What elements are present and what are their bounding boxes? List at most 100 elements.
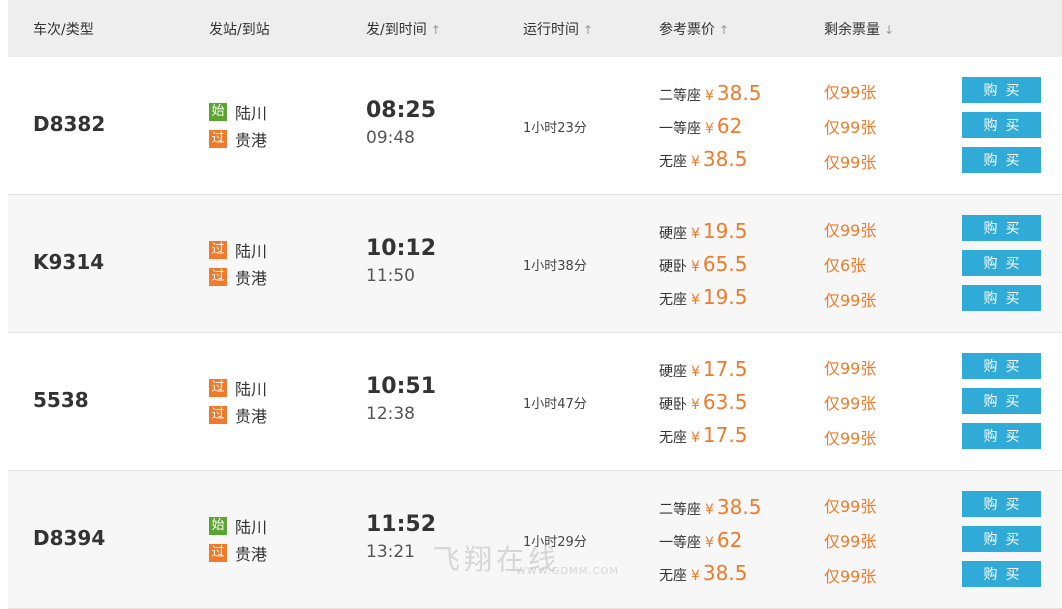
- watermark-url: WWW.GDMM.COM: [516, 566, 620, 577]
- seat-price: 无座 ¥19.5: [659, 285, 747, 309]
- tickets-remaining: 仅99张: [824, 291, 877, 310]
- station-type-badge: 过: [209, 268, 227, 286]
- table-row: D8382 始陆川过贵港 08:25 09:48 1小时23分 二等座 ¥38.5 仅99张购…: [8, 57, 1062, 195]
- tickets-remaining: 仅99张: [824, 83, 877, 102]
- seat-class: 硬卧: [659, 397, 687, 413]
- table-row: 5538 过陆川过贵港 10:51 12:38 1小时47分 硬座 ¥17.5 仅99张 购买硬…: [8, 333, 1062, 471]
- tickets-remaining: 仅99张: [824, 497, 877, 516]
- buy-button[interactable]: 购买: [962, 388, 1041, 414]
- train-number[interactable]: 5538: [33, 388, 89, 412]
- buy-button[interactable]: 购买: [962, 147, 1041, 173]
- train-number[interactable]: D8394: [33, 526, 105, 550]
- departure-station-name: 陆川: [235, 104, 268, 123]
- train-number[interactable]: D8382: [33, 112, 105, 136]
- tickets-remaining: 仅99张: [824, 394, 877, 413]
- seat-class: 硬卧: [659, 259, 687, 275]
- seat-price: 硬座 ¥17.5: [659, 357, 747, 381]
- price-value: 19.5: [702, 219, 748, 243]
- seat-price: 二等座 ¥38.5: [659, 495, 761, 519]
- arrival-station: 过贵港: [209, 541, 267, 565]
- buy-button[interactable]: 购买: [962, 77, 1041, 103]
- departure-station-name: 陆川: [235, 380, 268, 399]
- watermark: 飞翔在线 WWW.GDMM.COM: [432, 538, 632, 577]
- buy-button[interactable]: 购买: [962, 215, 1041, 241]
- arrival-station: 过贵港: [209, 127, 267, 151]
- departure-station: 过陆川: [209, 238, 267, 262]
- price-value: 19.5: [702, 285, 748, 309]
- header-train[interactable]: 车次/类型: [33, 19, 94, 39]
- buy-button[interactable]: 购买: [962, 561, 1041, 587]
- header-duration-sort[interactable]: 运行时间 ↑: [523, 19, 593, 39]
- travel-duration: 1小时47分: [523, 397, 587, 412]
- currency-symbol: ¥: [691, 430, 700, 446]
- currency-symbol: ¥: [691, 568, 700, 584]
- seat-class: 一等座: [659, 535, 701, 551]
- currency-symbol: ¥: [691, 154, 700, 170]
- tickets-remaining: 仅6张: [824, 256, 867, 275]
- header-time-sort[interactable]: 发/到时间 ↑: [366, 19, 441, 39]
- header-price-sort[interactable]: 参考票价 ↑: [659, 19, 729, 39]
- seat-price: 一等座 ¥62: [659, 528, 742, 552]
- seat-price: 二等座 ¥38.5: [659, 81, 761, 105]
- seat-class: 一等座: [659, 121, 701, 137]
- arrival-time: 13:21: [366, 542, 415, 562]
- header-station: 发站/到站: [209, 22, 270, 38]
- arrival-time: 09:48: [366, 128, 415, 148]
- tickets-remaining: 仅99张: [824, 118, 877, 137]
- departure-station-name: 陆川: [235, 518, 268, 537]
- station-type-badge: 始: [209, 517, 227, 535]
- currency-symbol: ¥: [705, 535, 714, 551]
- station-type-badge: 过: [209, 130, 227, 148]
- price-value: 62: [716, 114, 743, 138]
- buy-button[interactable]: 购买: [962, 112, 1041, 138]
- seat-price: 硬卧 ¥65.5: [659, 252, 747, 276]
- seat-class: 无座: [659, 568, 687, 584]
- arrival-station: 过贵港: [209, 403, 267, 427]
- seat-class: 硬座: [659, 226, 687, 242]
- currency-symbol: ¥: [691, 259, 700, 275]
- tickets-remaining: 仅99张: [824, 429, 877, 448]
- buy-button[interactable]: 购买: [962, 526, 1041, 552]
- seat-price: 一等座 ¥62: [659, 114, 742, 138]
- header-remain-sort[interactable]: 剩余票量 ↓: [824, 19, 894, 39]
- seat-price: 无座 ¥38.5: [659, 561, 747, 585]
- seat-class: 二等座: [659, 88, 701, 104]
- currency-symbol: ¥: [691, 226, 700, 242]
- travel-duration: 1小时23分: [523, 121, 587, 136]
- departure-time: 10:51: [366, 374, 437, 399]
- arrival-station-name: 贵港: [235, 131, 268, 150]
- currency-symbol: ¥: [691, 397, 700, 413]
- departure-station: 过陆川: [209, 376, 267, 400]
- station-type-badge: 过: [209, 241, 227, 259]
- table-body: D8382 始陆川过贵港 08:25 09:48 1小时23分 二等座 ¥38.5 仅99张购…: [8, 57, 1062, 609]
- buy-button[interactable]: 购买: [962, 285, 1041, 311]
- price-value: 17.5: [702, 423, 748, 447]
- sort-up-icon: ↑: [719, 23, 730, 37]
- arrival-time: 11:50: [366, 266, 415, 286]
- buy-button[interactable]: 购买: [962, 250, 1041, 276]
- currency-symbol: ¥: [705, 121, 714, 137]
- departure-station: 始陆川: [209, 100, 267, 124]
- tickets-remaining: 仅99张: [824, 567, 877, 586]
- price-value: 65.5: [702, 252, 748, 276]
- buy-button[interactable]: 购买: [962, 353, 1041, 379]
- seat-price: 硬座 ¥19.5: [659, 219, 747, 243]
- buy-button[interactable]: 购买: [962, 491, 1041, 517]
- sort-up-icon: ↑: [430, 23, 441, 37]
- seat-class: 无座: [659, 154, 687, 170]
- departure-time: 10:12: [366, 236, 437, 261]
- buy-button[interactable]: 购买: [962, 423, 1041, 449]
- price-value: 17.5: [702, 357, 748, 381]
- departure-station: 始陆川: [209, 514, 267, 538]
- seat-price: 无座 ¥17.5: [659, 423, 747, 447]
- table-header: 车次/类型 发站/到站 发/到时间 ↑ 运行时间 ↑ 参考票价 ↑ 剩余票量 ↓: [8, 0, 1062, 57]
- currency-symbol: ¥: [691, 364, 700, 380]
- departure-time: 08:25: [366, 98, 437, 123]
- tickets-remaining: 仅99张: [824, 532, 877, 551]
- seat-class: 二等座: [659, 502, 701, 518]
- station-type-badge: 始: [209, 103, 227, 121]
- station-type-badge: 过: [209, 406, 227, 424]
- arrival-time: 12:38: [366, 404, 415, 424]
- price-value: 63.5: [702, 390, 748, 414]
- train-number[interactable]: K9314: [33, 250, 104, 274]
